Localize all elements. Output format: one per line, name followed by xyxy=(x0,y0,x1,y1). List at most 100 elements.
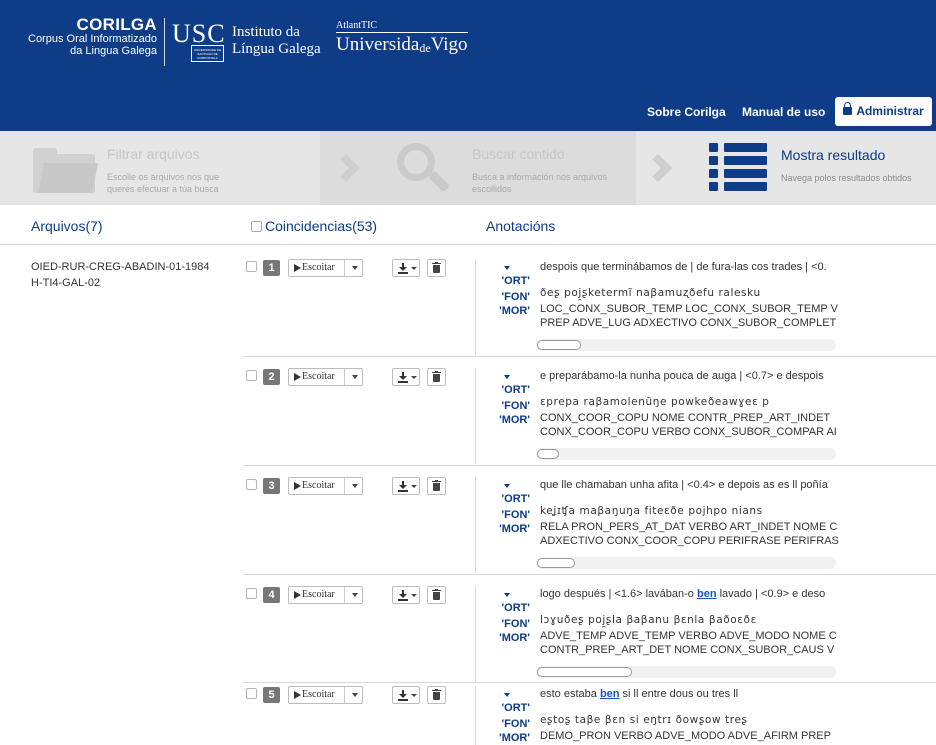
delete-button[interactable] xyxy=(427,586,446,604)
corilga-subtitle-1: Corpus Oral Informatizado xyxy=(28,33,157,45)
step-results-title[interactable]: Mostra resultado xyxy=(781,147,885,163)
step-search-title[interactable]: Buscar contido xyxy=(472,146,565,162)
corilga-logo[interactable]: CORILGA Corpus Oral Informatizado da Lin… xyxy=(7,16,157,57)
escoitar-button[interactable]: Escoitar xyxy=(288,686,363,704)
escoitar-dropdown[interactable] xyxy=(344,687,363,703)
trash-icon xyxy=(433,692,440,700)
play-icon xyxy=(294,373,301,381)
download-button[interactable] xyxy=(392,477,420,495)
vigo-logo[interactable]: AtlantTIC UniversidadeVigo xyxy=(336,20,468,59)
ort-text-post: lavado | <0.9> e deso xyxy=(716,588,826,600)
vigo-label: UniversidadeVigo xyxy=(336,32,468,59)
corilga-subtitle-2: da Lingua Galega xyxy=(70,45,157,57)
result-checkbox[interactable] xyxy=(246,479,257,490)
ort-text: esto estaba ben si ll entre dous ou tres… xyxy=(540,687,936,701)
delete-button[interactable] xyxy=(427,368,446,386)
select-all-checkbox[interactable] xyxy=(251,221,262,232)
instituto-logo[interactable]: Instituto da Língua Galega xyxy=(232,24,321,58)
file-name[interactable]: OIED-RUR-CREG-ABADIN-01-1984 H-TI4-GAL-0… xyxy=(31,259,231,291)
collapse-caret-icon[interactable] xyxy=(504,375,510,379)
fon-text: eʂtoʂ taβe βɛn si eŋtrɪ ðowʂow treʂ xyxy=(540,714,748,726)
tag-mor: 'MOR' xyxy=(499,414,530,426)
result-checkbox[interactable] xyxy=(246,370,257,381)
escoitar-dropdown[interactable] xyxy=(344,260,363,276)
trash-icon xyxy=(433,483,440,491)
collapse-caret-icon[interactable] xyxy=(504,266,510,270)
usc-logo[interactable]: USC xyxy=(172,20,226,48)
row-divider xyxy=(475,586,476,682)
atlantic-label: AtlantTIC xyxy=(336,20,378,31)
collapse-caret-icon[interactable] xyxy=(504,593,510,597)
result-number: 5 xyxy=(263,687,280,703)
ort-text: logo después | <1.6> lavában-o ben lavad… xyxy=(540,587,936,601)
lock-icon xyxy=(843,102,853,115)
escoitar-dropdown[interactable] xyxy=(344,478,363,494)
col-arquivos: Arquivos(7) xyxy=(31,218,103,234)
mor-text-1: CONX_COOR_COPU NOME CONTR_PREP_ART_INDET xyxy=(540,412,831,424)
annotation-text: logo después | <1.6> lavában-o ben lavad… xyxy=(540,587,936,657)
tag-fon: 'FON' xyxy=(501,400,530,412)
vigo-post: Vigo xyxy=(430,34,468,55)
chevron-down-icon xyxy=(411,594,417,597)
download-button[interactable] xyxy=(392,368,420,386)
horizontal-scrollbar[interactable] xyxy=(536,448,836,460)
ort-text: despois que terminábamos de | de fura-la… xyxy=(540,260,936,274)
scrollbar-thumb[interactable] xyxy=(537,558,575,568)
escoitar-button[interactable]: Escoitar xyxy=(288,368,363,386)
ort-highlight[interactable]: ben xyxy=(697,588,717,600)
annotation-tags: 'ORT' 'FON' 'MOR' xyxy=(498,383,530,427)
fon-text: keʝɪʧa maβaŋuŋa fiteɛðe pojhpo nians xyxy=(540,505,763,517)
escoitar-dropdown[interactable] xyxy=(344,369,363,385)
tag-mor: 'MOR' xyxy=(499,732,530,744)
step-filter-title[interactable]: Filtrar arquivos xyxy=(107,146,200,162)
horizontal-scrollbar[interactable] xyxy=(536,339,836,351)
nav-sobre-corilga[interactable]: Sobre Corilga xyxy=(647,99,726,125)
escoitar-label: Escoitar xyxy=(302,371,335,382)
horizontal-scrollbar[interactable] xyxy=(536,557,836,569)
ort-highlight[interactable]: ben xyxy=(600,688,620,700)
download-icon xyxy=(399,263,407,272)
result-row: 2 Escoitar 'ORT' 'FON' 'MOR' e preparába… xyxy=(243,368,936,466)
delete-button[interactable] xyxy=(427,686,446,704)
chevron-down-icon xyxy=(411,376,417,379)
nav-manual-de-uso[interactable]: Manual de uso xyxy=(742,99,825,125)
result-checkbox[interactable] xyxy=(246,261,257,272)
result-checkbox[interactable] xyxy=(246,588,257,599)
collapse-caret-icon[interactable] xyxy=(504,693,510,697)
scrollbar-thumb[interactable] xyxy=(537,340,581,350)
result-checkbox[interactable] xyxy=(246,688,257,699)
annotation-tags: 'ORT' 'FON' 'MOR' xyxy=(498,601,530,645)
escoitar-label: Escoitar xyxy=(302,262,335,273)
scrollbar-thumb[interactable] xyxy=(537,667,632,677)
annotation-tags: 'ORT' 'FON' 'MOR' xyxy=(498,492,530,536)
mor-text-2: PREP ADVE_LUG ADXECTIVO CONX_SUBOR_COMPL… xyxy=(540,317,837,329)
col-anotacions: Anotacións xyxy=(486,218,556,234)
admin-button[interactable]: Administrar xyxy=(835,97,932,126)
ort-text-pre: despois que terminábamos de | de fura-la… xyxy=(540,261,827,273)
fon-text: ɛprepa raβamolenũŋe powkeðeawɣeɛ p xyxy=(540,396,770,408)
scrollbar-thumb[interactable] xyxy=(537,449,559,459)
admin-button-label: Administrar xyxy=(856,104,924,118)
instituto-line-2: Língua Galega xyxy=(232,41,321,57)
download-button[interactable] xyxy=(392,259,420,277)
ort-text: e preparábamo-la nunha pouca de auga | <… xyxy=(540,369,936,383)
mor-text-2: CONX_COOR_COPU VERBO CONX_SUBOR_COMPAR A… xyxy=(540,426,837,438)
escoitar-button[interactable]: Escoitar xyxy=(288,586,363,604)
download-button[interactable] xyxy=(392,586,420,604)
play-icon xyxy=(294,482,301,490)
escoitar-button[interactable]: Escoitar xyxy=(288,477,363,495)
download-button[interactable] xyxy=(392,686,420,704)
chevron-down-icon xyxy=(411,485,417,488)
ort-text: que lle chamaban unha afita | <0.4> e de… xyxy=(540,478,936,492)
horizontal-scrollbar[interactable] xyxy=(536,666,836,678)
delete-button[interactable] xyxy=(427,477,446,495)
escoitar-button[interactable]: Escoitar xyxy=(288,259,363,277)
ort-text-pre: esto estaba xyxy=(540,688,600,700)
annotation-tags: 'ORT' 'FON' 'MOR' xyxy=(498,701,530,745)
download-icon xyxy=(399,481,407,490)
row-divider xyxy=(475,477,476,573)
delete-button[interactable] xyxy=(427,259,446,277)
escoitar-dropdown[interactable] xyxy=(344,587,363,603)
collapse-caret-icon[interactable] xyxy=(504,484,510,488)
trash-icon xyxy=(433,374,440,382)
